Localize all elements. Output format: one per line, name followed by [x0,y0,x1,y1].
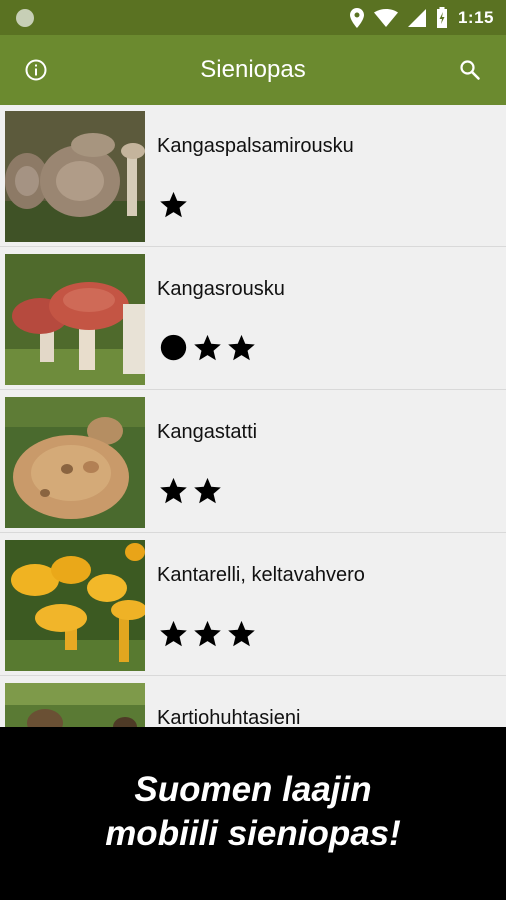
location-pin-icon [349,7,364,28]
star-icon [194,620,221,646]
dot-icon [160,334,187,360]
mushroom-list[interactable]: Kangaspalsamirousku Kangasrousku Kangast… [0,105,506,727]
rating-icons [159,618,256,648]
promo-line-2: mobiili sieniopas! [105,813,401,853]
mushroom-photo [5,254,145,385]
list-item[interactable]: Kantarelli, keltavahvero [0,534,506,676]
cell-signal-icon [407,8,426,27]
star-icon [160,477,187,503]
star-icon [228,334,255,360]
notification-dot-icon [16,8,34,27]
mushroom-photo [5,397,145,528]
list-item[interactable]: Kangastatti [0,391,506,533]
promo-line-1: Suomen laajin [134,769,372,809]
mushroom-name: Kangastatti [157,421,258,443]
rating-icons [159,475,222,505]
promo-banner: Suomen laajin mobiili sieniopas! [0,727,506,900]
rating-icons [159,189,188,219]
list-item[interactable]: Kartiohuhtasieni [0,677,506,727]
mushroom-photo [5,683,145,727]
mushroom-photo [5,540,145,671]
mushroom-name: Kartiohuhtasieni [157,707,301,727]
info-icon[interactable] [24,58,48,82]
status-time: 1:15 [457,7,494,27]
list-item[interactable]: Kangaspalsamirousku [0,105,506,247]
search-icon[interactable] [458,58,482,82]
star-icon [160,191,187,217]
mushroom-name: Kangasrousku [157,278,285,300]
wifi-icon [373,8,398,27]
star-icon [228,620,255,646]
star-icon [194,334,221,360]
app-bar: Sieniopas [0,35,506,105]
star-icon [194,477,221,503]
star-icon [160,620,187,646]
app-title: Sieniopas [200,56,306,83]
status-bar: 1:15 [0,0,506,35]
mushroom-name: Kantarelli, keltavahvero [157,564,365,586]
mushroom-name: Kangaspalsamirousku [157,135,354,157]
status-icons: 1:15 [349,7,494,28]
list-item[interactable]: Kangasrousku [0,248,506,390]
battery-charging-icon [436,7,447,28]
rating-icons [159,332,256,362]
mushroom-photo [5,111,145,242]
